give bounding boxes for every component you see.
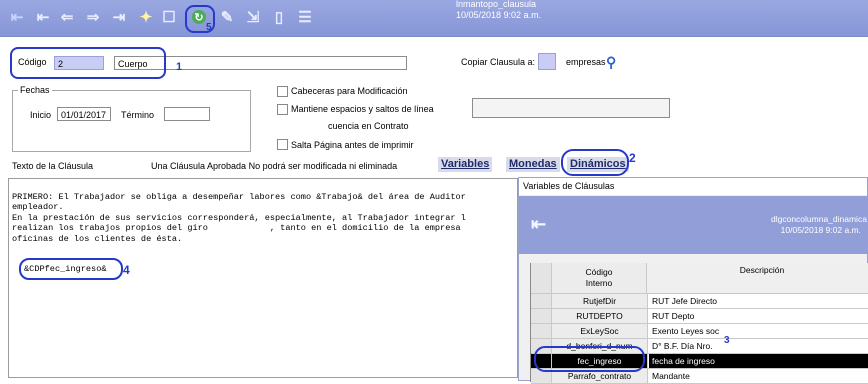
document-icon[interactable]: ▯	[270, 8, 288, 26]
clause-line: empleador.	[12, 202, 64, 212]
inicio-input[interactable]: 01/01/2017	[57, 107, 111, 121]
variables-dialog: Variables de Cláusulas ⇤ dlgconcolumna_d…	[518, 177, 868, 384]
clause-line: oficinas de los clientes de ésta.	[12, 233, 183, 244]
column-header-code-line2: Interno	[585, 278, 613, 288]
dialog-header: ⇤ dlgconcolumna_dinamica 10/05/2018 9:02…	[519, 196, 868, 254]
last-record-icon[interactable]: ⇥	[110, 8, 128, 26]
tab-monedas[interactable]: Monedas	[506, 157, 560, 172]
cabeceras-label: Cabeceras para Modificación	[291, 86, 408, 96]
table-row[interactable]: RutjefDir RUT Jefe Directo	[531, 294, 868, 309]
row-selector[interactable]	[531, 309, 552, 323]
row-desc: fecha de ingreso	[649, 354, 868, 368]
select-icon[interactable]: ⇲	[244, 8, 262, 26]
exit-icon[interactable]: ⇤	[531, 214, 546, 235]
exit-icon[interactable]: ⇤	[8, 8, 26, 26]
dialog-record-name: dlgconcolumna_dinamica	[771, 214, 867, 224]
row-desc: RUT Depto	[652, 311, 695, 321]
annotation-number-3: 3	[724, 335, 730, 346]
annotation-number-2: 2	[629, 151, 636, 165]
list-icon[interactable]: ☰	[296, 8, 314, 26]
search-icon[interactable]: ⚲	[606, 54, 616, 71]
fechas-group	[12, 90, 251, 152]
mantiene-label-2: cuencia en Contrato	[328, 121, 409, 131]
first-record-icon[interactable]: ⇤	[34, 8, 52, 26]
cabeceras-checkbox[interactable]	[277, 86, 288, 97]
aprobada-note: Una Cláusula Aprobada No podrá ser modif…	[151, 161, 398, 171]
row-selector[interactable]	[531, 324, 552, 338]
clause-line: realizan los trabajos propios del giro ,…	[12, 223, 461, 233]
termino-label: Término	[121, 110, 155, 120]
empresas-label: empresas	[566, 57, 606, 67]
annotation-token	[19, 258, 123, 280]
mantiene-checkbox[interactable]	[277, 104, 288, 115]
window-info: lnmantopo_clausula 10/05/2018 9:02 a.m.	[456, 0, 541, 21]
dialog-info: dlgconcolumna_dinamica 10/05/2018 9:02 a…	[771, 214, 867, 236]
edit-icon[interactable]: ✎	[218, 8, 236, 26]
salta-checkbox[interactable]	[277, 139, 288, 150]
table-row[interactable]: ExLeySoc Exento Leyes soc	[531, 324, 868, 339]
row-code: RUTDEPTO	[552, 309, 648, 323]
new-record-icon[interactable]: ✦	[137, 8, 155, 26]
annotation-code	[10, 47, 166, 79]
previous-record-icon[interactable]: ⇐	[58, 8, 76, 26]
copiar-empresas-input[interactable]	[538, 53, 556, 70]
next-record-icon[interactable]: ⇒	[84, 8, 102, 26]
column-header-desc[interactable]: Descripción	[649, 263, 868, 293]
toolbar: ⇤ ⇤ ⇐ ⇒ ⇥ ✦ ☐ ↻ ✎ ⇲ ▯ ☰ lnmantopo_clausu…	[0, 0, 868, 37]
grid-header-selector	[531, 263, 552, 293]
record-name: lnmantopo_clausula	[456, 0, 537, 9]
tab-variables[interactable]: Variables	[438, 157, 493, 172]
blank-page-icon[interactable]: ☐	[160, 8, 178, 26]
mantiene-label: Mantiene espacios y saltos de línea	[291, 104, 434, 114]
dialog-title: Variables de Cláusulas	[519, 178, 867, 195]
termino-input[interactable]	[164, 107, 210, 121]
annotation-number-5: 5	[206, 22, 212, 33]
table-row[interactable]: RUTDEPTO RUT Depto	[531, 309, 868, 324]
extra-input[interactable]	[472, 98, 670, 118]
row-code: ExLeySoc	[552, 324, 648, 338]
grid-header-row: Código Interno Descripción	[531, 263, 868, 294]
row-desc: Exento Leyes soc	[652, 326, 720, 336]
annotation-number-1: 1	[176, 61, 183, 73]
row-desc: D° B.F. Día Nro.	[652, 341, 713, 351]
row-code: RutjefDir	[552, 294, 648, 308]
clause-line: PRIMERO: El Trabajador se obliga a desem…	[12, 191, 466, 202]
annotation-dinamicos	[561, 149, 629, 176]
annotation-number-4: 4	[123, 263, 130, 277]
salta-label: Salta Página antes de imprimir	[291, 140, 414, 150]
inicio-label: Inicio	[30, 110, 52, 120]
column-header-code[interactable]: Código Interno	[552, 263, 647, 293]
column-header-code-line1: Código	[585, 267, 613, 277]
texto-clausula-label: Texto de la Cláusula	[12, 161, 94, 171]
fechas-legend: Fechas	[18, 85, 52, 95]
copiar-label: Copiar Clausula a:	[461, 57, 536, 67]
dialog-timestamp: 10/05/2018 9:02 a.m.	[780, 225, 861, 235]
annotation-fec-ingreso	[534, 346, 645, 372]
row-desc: RUT Jefe Directo	[652, 296, 718, 306]
record-timestamp: 10/05/2018 9:02 a.m.	[456, 10, 542, 20]
clause-line: En la prestación de sus servicios corres…	[12, 212, 466, 223]
row-selector[interactable]	[531, 294, 552, 308]
